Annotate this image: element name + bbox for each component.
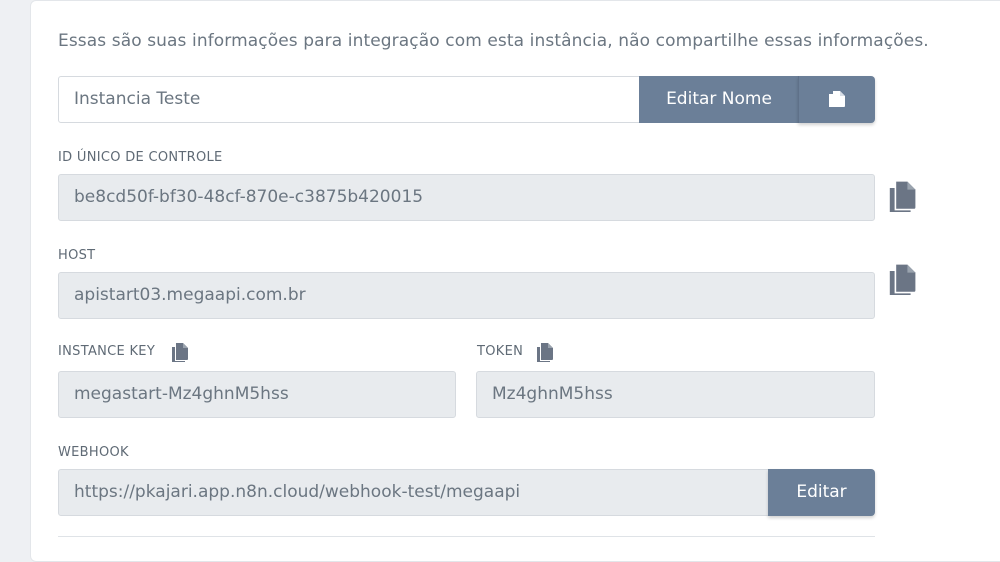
copy-instance-key-icon[interactable] <box>169 342 189 362</box>
copy-icon <box>829 91 845 107</box>
copy-control-id-icon[interactable] <box>885 180 917 212</box>
host-label: HOST <box>58 248 96 263</box>
webhook-label: WEBHOOK <box>58 445 129 460</box>
instance-name-input[interactable]: Instancia Teste <box>58 76 648 123</box>
copy-host-icon[interactable] <box>885 263 917 295</box>
webhook-field: https://pkajari.app.n8n.cloud/webhook-te… <box>58 469 778 516</box>
copy-token-icon[interactable] <box>534 342 554 362</box>
token-label: TOKEN <box>477 344 524 359</box>
copy-name-button[interactable] <box>798 76 875 123</box>
section-divider <box>58 536 875 537</box>
intro-text: Essas são suas informações para integraç… <box>58 31 929 51</box>
control-id-label: ID ÚNICO DE CONTROLE <box>58 150 223 165</box>
token-field: Mz4ghnM5hss <box>476 371 875 418</box>
edit-webhook-button[interactable]: Editar <box>768 469 875 516</box>
control-id-field: be8cd50f-bf30-48cf-870e-c3875b420015 <box>58 174 875 221</box>
instance-key-field: megastart-Mz4ghnM5hss <box>58 371 456 418</box>
instance-key-label: INSTANCE KEY <box>58 344 156 359</box>
host-field: apistart03.megaapi.com.br <box>58 272 875 319</box>
edit-name-button[interactable]: Editar Nome <box>639 76 799 123</box>
